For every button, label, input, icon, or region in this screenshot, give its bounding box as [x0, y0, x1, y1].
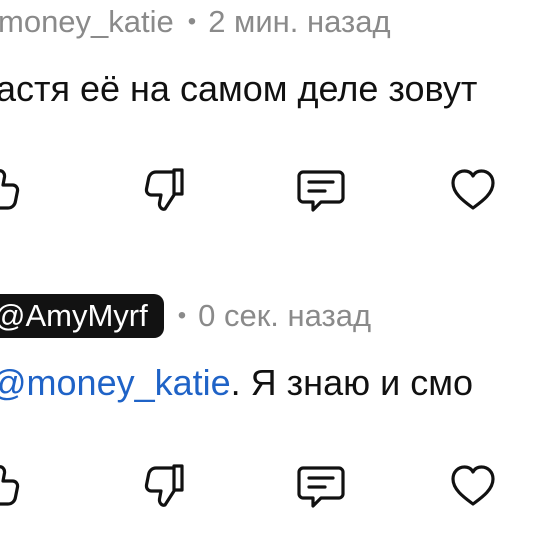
comment-icon — [297, 466, 345, 508]
comment-1-meta: money_katie • 2 мин. назад — [0, 4, 391, 40]
comment-2-timestamp: 0 сек. назад — [198, 298, 372, 333]
comment-1-favorite-button[interactable] — [443, 160, 503, 220]
comment-2-text-body: . Я знаю и смо — [230, 362, 473, 403]
comment-1-actions — [0, 160, 560, 220]
comment-1-author[interactable]: money_katie — [0, 4, 174, 40]
comment-2-mention-link[interactable]: @money_katie — [0, 362, 231, 403]
thumbs-up-icon — [0, 169, 20, 210]
comment-2-dislike-button[interactable] — [138, 456, 198, 516]
comment-1-dislike-button[interactable] — [138, 160, 198, 220]
comment-1-like-button[interactable] — [0, 160, 26, 220]
comment-1-separator: • — [187, 8, 197, 35]
heart-icon — [451, 465, 495, 506]
heart-icon — [451, 169, 495, 210]
comment-1-timestamp: 2 мин. назад — [208, 4, 391, 39]
comment-2-text: @money_katie. Я знаю и смо — [0, 362, 473, 404]
comment-2-like-button[interactable] — [0, 456, 26, 516]
comment-1-reply-button[interactable] — [291, 160, 351, 220]
comment-2-actions — [0, 456, 560, 516]
comment-2-separator: • — [177, 302, 187, 329]
comment-2-author-badge[interactable]: @AmyMyrf — [0, 294, 164, 338]
comment-2-favorite-button[interactable] — [443, 456, 503, 516]
thumbs-down-icon — [144, 464, 184, 507]
comment-icon — [297, 170, 345, 212]
thumbs-up-icon — [0, 465, 20, 506]
comment-2-meta: @AmyMyrf • 0 сек. назад — [0, 294, 371, 338]
thumbs-down-icon — [144, 168, 184, 211]
comment-1-text: астя её на самом деле зовут — [0, 68, 478, 109]
comment-2-reply-button[interactable] — [291, 456, 351, 516]
